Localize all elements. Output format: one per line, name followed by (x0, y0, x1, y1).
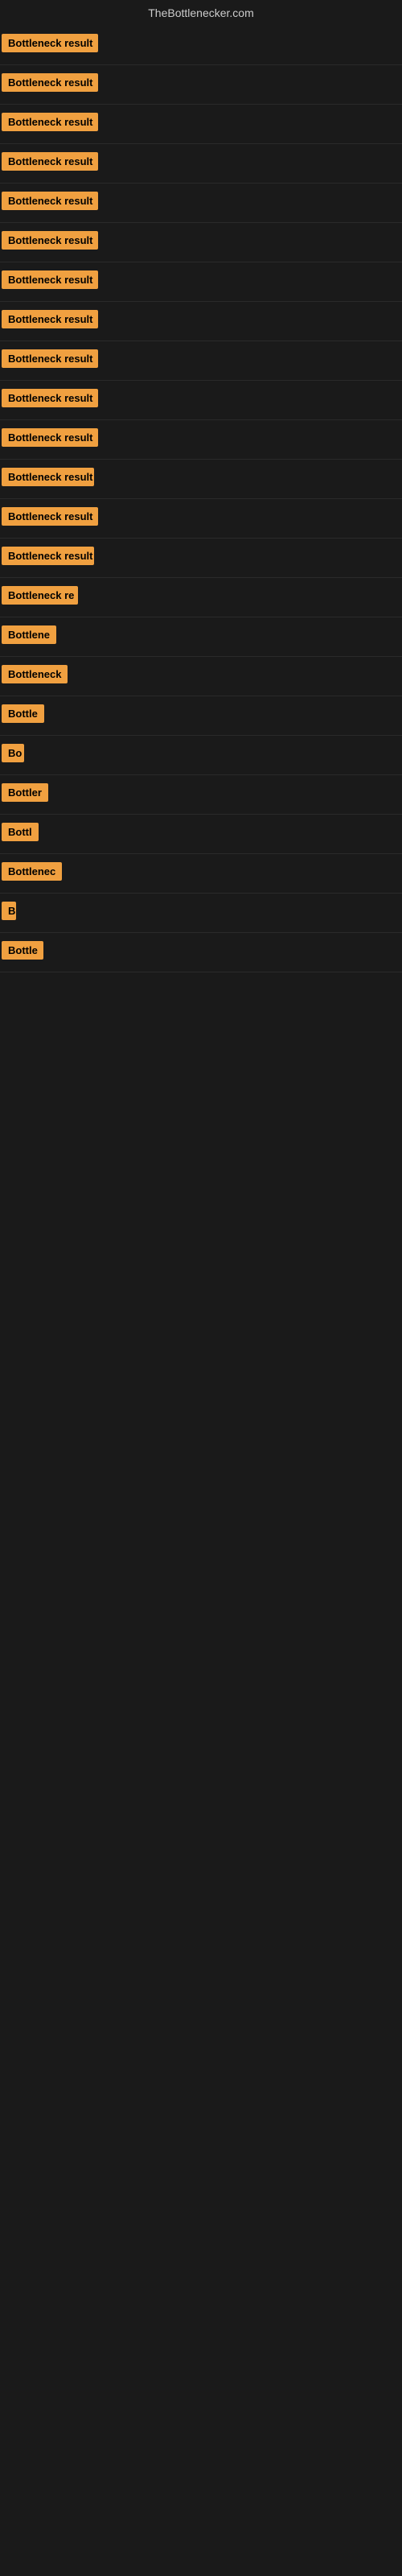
bottleneck-badge[interactable]: Bottleneck result (2, 231, 98, 250)
result-row: Bottleneck result (0, 223, 402, 262)
bottleneck-badge[interactable]: Bottleneck result (2, 349, 98, 368)
result-row: Bottleneck re (0, 578, 402, 617)
bottleneck-badge[interactable]: Bottleneck re (2, 586, 78, 605)
result-row: Bottleneck result (0, 420, 402, 460)
bottleneck-badge[interactable]: Bottleneck result (2, 547, 94, 565)
bottleneck-badge[interactable]: Bottlenec (2, 862, 62, 881)
result-row: Bottleneck result (0, 341, 402, 381)
bottleneck-badge[interactable]: Bottlene (2, 625, 56, 644)
bottleneck-badge[interactable]: Bo (2, 744, 24, 762)
site-title: TheBottlenecker.com (0, 0, 402, 26)
bottleneck-badge[interactable]: Bottle (2, 704, 44, 723)
result-row: Bottleneck (0, 657, 402, 696)
result-row: Bottleneck result (0, 539, 402, 578)
result-row: Bottleneck result (0, 184, 402, 223)
bottleneck-badge[interactable]: Bottleneck result (2, 507, 98, 526)
bottleneck-badge[interactable]: Bottleneck result (2, 389, 98, 407)
result-row: Bottlenec (0, 854, 402, 894)
bottleneck-badge[interactable]: Bottleneck (2, 665, 68, 683)
bottleneck-badge[interactable]: Bottleneck result (2, 152, 98, 171)
bottleneck-badge[interactable]: Bottleneck result (2, 113, 98, 131)
result-row: Bottleneck result (0, 105, 402, 144)
bottleneck-badge[interactable]: Bottleneck result (2, 468, 94, 486)
result-row: Bottleneck result (0, 144, 402, 184)
result-row: Bottleneck result (0, 499, 402, 539)
result-row: Bo (0, 736, 402, 775)
bottleneck-badge[interactable]: Bottle (2, 941, 43, 960)
bottleneck-badge[interactable]: Bottleneck result (2, 34, 98, 52)
result-row: Bottlene (0, 617, 402, 657)
bottleneck-badge[interactable]: Bottleneck result (2, 73, 98, 92)
bottleneck-badge[interactable]: Bottl (2, 823, 39, 841)
bottleneck-badge[interactable]: Bottleneck result (2, 192, 98, 210)
bottleneck-badge[interactable]: Bottleneck result (2, 310, 98, 328)
result-row: Bottleneck result (0, 262, 402, 302)
result-row: Bottleneck result (0, 302, 402, 341)
result-row: Bottleneck result (0, 26, 402, 65)
result-row: Bottl (0, 815, 402, 854)
bottleneck-badge[interactable]: Bottler (2, 783, 48, 802)
bottleneck-badge[interactable]: Bottleneck result (2, 270, 98, 289)
result-row: B (0, 894, 402, 933)
result-row: Bottle (0, 696, 402, 736)
result-row: Bottle (0, 933, 402, 972)
bottleneck-badge[interactable]: Bottleneck result (2, 428, 98, 447)
result-row: Bottleneck result (0, 65, 402, 105)
result-row: Bottleneck result (0, 460, 402, 499)
bottleneck-badge[interactable]: B (2, 902, 16, 920)
result-row: Bottleneck result (0, 381, 402, 420)
result-row: Bottler (0, 775, 402, 815)
